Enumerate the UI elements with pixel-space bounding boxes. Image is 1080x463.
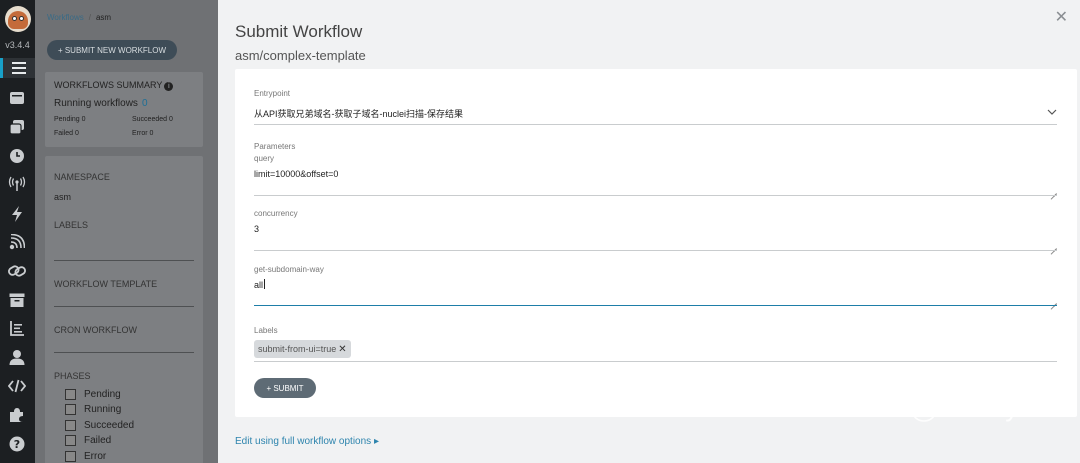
breadcrumb-workflows-link[interactable]: Workflows [47, 13, 84, 22]
edit-full-options-link[interactable]: Edit using full workflow options ▸ [235, 436, 379, 447]
error-count: Error 0 [132, 130, 154, 137]
param-query-underline [254, 195, 1057, 196]
event-flow-icon[interactable] [7, 232, 27, 252]
resize-handle-icon[interactable] [1050, 242, 1057, 249]
param-subdomain-way-label: get-subdomain-way [254, 265, 324, 274]
running-count: 0 [141, 98, 148, 109]
label-tag-text: submit-from-ui=true [258, 344, 337, 354]
running-workflows: Running workflows 0 [54, 98, 148, 109]
entrypoint-label: Entrypoint [254, 89, 291, 98]
templates-icon[interactable] [7, 88, 27, 108]
workflows-summary-card: WORKFLOWS SUMMARY i Running workflows 0 Pe… [45, 72, 203, 147]
failed-count: Failed 0 [54, 130, 79, 137]
plugins-icon[interactable] [7, 405, 27, 425]
remove-tag-icon[interactable]: ✕ [338, 344, 346, 355]
param-concurrency-underline [254, 250, 1057, 251]
submit-button[interactable]: + SUBMIT [254, 378, 316, 398]
resize-handle-icon[interactable] [1050, 187, 1057, 194]
phase-checkbox-error[interactable]: Error [65, 451, 106, 462]
watermark: leveryd [898, 392, 1035, 423]
sensors-icon[interactable] [7, 204, 27, 224]
text-caret [264, 279, 266, 289]
template-name: asm/complex-template [235, 48, 366, 63]
param-query-label: query [254, 154, 275, 163]
filters-card: NAMESPACE asm LABELS WORKFLOW TEMPLATE C… [45, 156, 203, 463]
link-icon[interactable] [7, 261, 27, 281]
workflows-page: Workflows / asm + SUBMIT NEW WORKFLOW WORK… [35, 0, 218, 463]
close-icon[interactable]: ✕ [1055, 10, 1068, 26]
phase-checkbox-succeeded[interactable]: Succeeded [65, 420, 134, 431]
workflows-icon[interactable] [0, 58, 35, 78]
watermark-text: leveryd [944, 392, 1035, 422]
pending-count: Pending 0 [54, 116, 86, 123]
caret-right-icon: ▸ [373, 436, 379, 447]
cron-workflow-label: CRON WORKFLOW [54, 325, 137, 335]
param-concurrency-label: concurrency [254, 209, 298, 218]
help-icon[interactable]: ? [7, 434, 27, 454]
entrypoint-select[interactable]: 从API获取兄弟域名-获取子域名-nuclei扫描-保存结果 [254, 107, 463, 120]
param-subdomain-way-input[interactable]: all [254, 279, 266, 290]
labels-field-label: Labels [254, 326, 278, 335]
event-sources-icon[interactable] [7, 174, 27, 194]
submit-new-workflow-button[interactable]: + SUBMIT NEW WORKFLOW [47, 40, 177, 60]
wechat-icon [899, 393, 936, 422]
namespace-value[interactable]: asm [54, 192, 71, 202]
workflow-template-label: WORKFLOW TEMPLATE [54, 279, 158, 289]
argo-logo[interactable] [5, 6, 31, 32]
breadcrumb: Workflows / asm [47, 13, 112, 22]
cron-workflow-select[interactable] [54, 352, 194, 353]
submit-workflow-drawer: ✕ Submit Workflow asm/complex-template E… [218, 0, 1080, 463]
info-icon[interactable]: i [164, 82, 174, 91]
phases-label: PHASES [54, 371, 91, 381]
labels-label: LABELS [54, 220, 89, 230]
summary-title: WORKFLOWS SUMMARY i [54, 80, 174, 91]
entrypoint-underline [254, 124, 1057, 125]
labels-input[interactable] [254, 361, 1057, 362]
archive-icon[interactable] [7, 290, 27, 310]
labels-input[interactable] [54, 260, 194, 261]
reports-icon[interactable] [7, 318, 27, 338]
resize-handle-icon[interactable] [1050, 297, 1057, 304]
cluster-templates-icon[interactable] [7, 117, 27, 137]
nav-rail: v3.4.4 ? [0, 0, 35, 463]
cron-icon[interactable] [7, 146, 27, 166]
param-concurrency-input[interactable]: 3 [254, 224, 259, 234]
breadcrumb-current: asm [95, 13, 112, 22]
param-query-input[interactable]: limit=10000&offset=0 [254, 169, 338, 179]
workflow-template-select[interactable] [54, 306, 194, 307]
submit-form: Entrypoint 从API获取兄弟域名-获取子域名-nuclei扫描-保存结… [235, 69, 1077, 417]
param-subdomain-way-underline [254, 305, 1057, 306]
drawer-title: Submit Workflow [235, 22, 363, 41]
user-icon[interactable] [7, 347, 27, 367]
version-label: v3.4.4 [5, 40, 30, 50]
svg-text:?: ? [14, 438, 20, 451]
phase-checkbox-pending[interactable]: Pending [65, 389, 121, 400]
phase-checkbox-running[interactable]: Running [65, 404, 121, 415]
succeeded-count: Succeeded 0 [132, 116, 173, 123]
namespace-label: NAMESPACE [54, 172, 110, 182]
parameters-label: Parameters [254, 142, 296, 151]
phase-checkbox-failed[interactable]: Failed [65, 435, 111, 446]
api-docs-icon[interactable] [7, 376, 27, 396]
chevron-down-icon[interactable] [1047, 107, 1057, 118]
label-tag: submit-from-ui=true ✕ [254, 340, 351, 358]
